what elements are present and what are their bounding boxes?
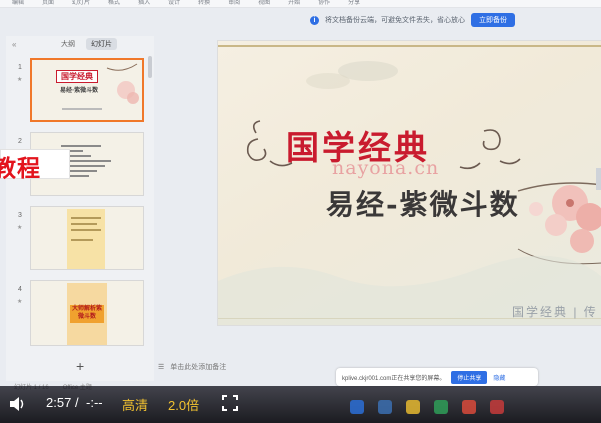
tutorial-badge: 教程 bbox=[0, 149, 70, 182]
slide-number: 3 bbox=[18, 212, 22, 219]
slide-canvas[interactable]: 国学经典 nayona.cn 易经-紫微斗数 国学经典 | 传 bbox=[217, 40, 601, 326]
menu-item[interactable]: 视图 bbox=[258, 0, 270, 7]
menu-item[interactable]: 转换 bbox=[198, 0, 210, 7]
stop-share-button[interactable]: 停止共享 bbox=[451, 370, 488, 384]
star-icon: ★ bbox=[17, 225, 23, 231]
collapse-panel-icon[interactable]: « bbox=[12, 40, 16, 49]
star-icon: ★ bbox=[17, 77, 23, 83]
thumb-image: 大师解析紫微斗数 bbox=[67, 283, 107, 345]
slide-number: 2 bbox=[18, 138, 22, 145]
menu-item[interactable]: 插入 bbox=[138, 0, 150, 7]
menu-item[interactable]: 审阅 bbox=[228, 0, 240, 7]
menu-item[interactable]: 幻灯片 bbox=[72, 0, 90, 7]
menu-toolbar: 编辑 页面 幻灯片 格式 插入 设计 转换 审阅 视图 开始 协作 分享 bbox=[0, 0, 601, 8]
quality-button[interactable]: 高清 bbox=[122, 395, 148, 414]
slide-thumb-1[interactable]: 国学经典 易经·紫微斗数 bbox=[30, 58, 144, 122]
taskbar-icons bbox=[350, 400, 504, 414]
add-slide-button[interactable]: + bbox=[76, 358, 84, 374]
slide-thumb-4[interactable]: 大师解析紫微斗数 bbox=[30, 280, 144, 346]
panel-tabs: 大纲 幻灯片 bbox=[56, 38, 117, 50]
thumb-text-line bbox=[61, 145, 101, 147]
slide-thumb-3[interactable] bbox=[30, 206, 144, 270]
menu-item[interactable]: 协作 bbox=[318, 0, 330, 7]
slide-footer: 国学经典 | 传 bbox=[512, 305, 598, 319]
slide-number: 1 bbox=[18, 64, 22, 71]
thumb-title: 国学经典 bbox=[56, 70, 98, 83]
hide-share-link[interactable]: 隐藏 bbox=[493, 373, 505, 382]
app-icon[interactable] bbox=[490, 400, 504, 414]
menu-item[interactable]: 分享 bbox=[348, 0, 360, 7]
share-text: kplive.ckjr001.com正在共享您的屏幕。 bbox=[342, 375, 446, 382]
star-icon: ★ bbox=[17, 299, 23, 305]
notes-area[interactable]: ☰ 单击此处添加备注 bbox=[158, 362, 226, 372]
search-icon[interactable] bbox=[378, 400, 392, 414]
browser-icon[interactable] bbox=[462, 400, 476, 414]
slide-number: 4 bbox=[18, 286, 22, 293]
time-separator: / bbox=[75, 395, 79, 410]
tab-slides[interactable]: 幻灯片 bbox=[86, 38, 117, 50]
video-player-controls: 2:57 / -:-- 高清 2.0倍 bbox=[0, 386, 601, 423]
info-icon: i bbox=[310, 15, 319, 25]
thumb-image bbox=[67, 209, 105, 269]
folder-icon[interactable] bbox=[406, 400, 420, 414]
vertical-scrollbar[interactable] bbox=[596, 168, 601, 190]
app-icon[interactable] bbox=[350, 400, 364, 414]
speed-button[interactable]: 2.0倍 bbox=[168, 395, 199, 414]
badge-text: 教程 bbox=[0, 156, 41, 182]
notice-text: 将文档备份云端，可避免文件丢失，省心放心 bbox=[325, 17, 465, 24]
tab-outline[interactable]: 大纲 bbox=[56, 38, 80, 50]
backup-notice: i 将文档备份云端，可避免文件丢失，省心放心 立即备份 bbox=[310, 13, 515, 27]
current-time: 2:57 bbox=[46, 395, 72, 410]
app-icon[interactable] bbox=[434, 400, 448, 414]
menu-item[interactable]: 设计 bbox=[168, 0, 180, 7]
panel-scrollbar[interactable] bbox=[148, 56, 152, 78]
notes-placeholder: 单击此处添加备注 bbox=[170, 364, 227, 371]
total-time: -:-- bbox=[86, 395, 103, 410]
volume-icon[interactable] bbox=[9, 396, 27, 412]
menu-item[interactable]: 开始 bbox=[288, 0, 300, 7]
thumb-image-text: 大师解析紫微斗数 bbox=[70, 305, 104, 323]
watermark-text: nayona.cn bbox=[332, 157, 440, 179]
thumb-text-line bbox=[62, 108, 102, 110]
slide-subtitle: 易经-紫微斗数 bbox=[326, 188, 520, 221]
thumb-subtitle: 易经·紫微斗数 bbox=[60, 87, 99, 94]
backup-button[interactable]: 立即备份 bbox=[471, 13, 515, 27]
notes-icon: ☰ bbox=[158, 364, 165, 371]
fullscreen-icon[interactable] bbox=[222, 395, 238, 411]
menu-item[interactable]: 页面 bbox=[42, 0, 54, 7]
screen-share-bar: kplive.ckjr001.com正在共享您的屏幕。 停止共享 隐藏 bbox=[336, 368, 538, 386]
menu-item[interactable]: 编辑 bbox=[12, 0, 24, 7]
menu-item[interactable]: 格式 bbox=[108, 0, 120, 7]
